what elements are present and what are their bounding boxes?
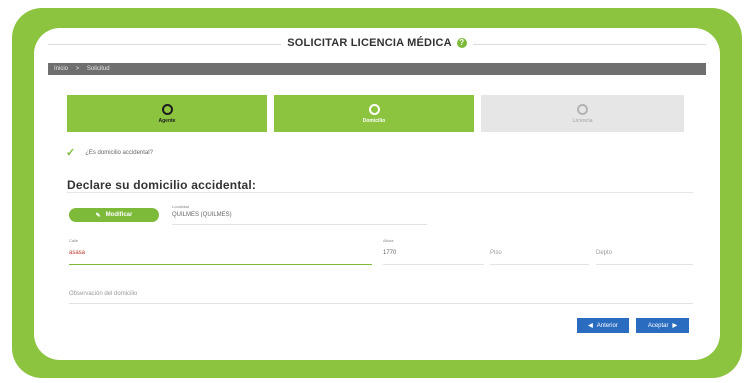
locality-value: QUILMES (QUILMES) — [172, 212, 232, 218]
checkmark-icon[interactable]: ✓ — [66, 146, 75, 159]
back-button-label: Anterior — [596, 322, 618, 329]
accept-button[interactable]: Aceptar ▶ — [636, 318, 689, 333]
breadcrumb-separator: > — [75, 66, 80, 72]
breadcrumb-home-link[interactable]: Inicio — [54, 66, 68, 72]
dept-input[interactable]: Depto — [596, 250, 612, 256]
back-button[interactable]: ◀ Anterior — [577, 318, 629, 333]
modify-button-label: Modificar — [105, 212, 133, 218]
height-label: Altura — [383, 238, 394, 243]
help-icon[interactable]: ? — [456, 38, 467, 48]
breadcrumb: Inicio > Solicitud — [48, 63, 706, 75]
modify-button[interactable]: ✎ Modificar — [69, 208, 159, 222]
observation-underline — [69, 303, 693, 304]
accidental-checkbox-row[interactable]: ✓ ¿Es domicilio accidental? — [66, 146, 153, 159]
step-label: Domicilio — [362, 118, 386, 124]
accidental-question-label: ¿Es domicilio accidental? — [85, 149, 153, 156]
street-underline — [69, 264, 372, 265]
step-domicilio[interactable]: Domicilio — [274, 95, 474, 132]
accept-button-label: Aceptar — [647, 322, 669, 329]
dept-underline — [596, 264, 693, 265]
section-divider — [67, 192, 693, 193]
floor-underline — [490, 264, 589, 265]
height-underline — [383, 264, 484, 265]
step-label: Licencia — [572, 118, 593, 124]
title-row: SOLICITAR LICENCIA MÉDICA ? — [34, 28, 720, 62]
step-agente[interactable]: Agente — [67, 95, 267, 132]
step-label: Agente — [158, 118, 176, 124]
step-circle-icon — [368, 104, 380, 115]
floor-input[interactable]: Piso — [490, 250, 502, 256]
page-title: SOLICITAR LICENCIA MÉDICA — [287, 37, 452, 49]
pencil-icon: ✎ — [95, 212, 101, 219]
step-circle-icon — [577, 104, 588, 115]
height-input[interactable]: 1770 — [383, 250, 396, 256]
locality-underline — [172, 224, 427, 225]
skip-forward-icon: ▶ — [672, 323, 678, 329]
step-licencia: Licencia — [481, 95, 684, 132]
step-circle-icon — [161, 104, 173, 115]
observation-input[interactable]: Observación del domicilio — [69, 291, 137, 297]
skip-back-icon: ◀ — [588, 323, 593, 329]
street-label: Calle — [69, 238, 79, 243]
page-title-wrap: SOLICITAR LICENCIA MÉDICA ? — [34, 37, 720, 49]
locality-label: Localidad — [172, 204, 190, 209]
street-input[interactable]: asasa — [69, 250, 85, 256]
wizard-steps: Agente Domicilio Licencia — [67, 95, 684, 132]
screenshot-frame: SOLICITAR LICENCIA MÉDICA ? Inicio > Sol… — [0, 0, 754, 383]
form-panel: SOLICITAR LICENCIA MÉDICA ? Inicio > Sol… — [34, 28, 720, 360]
section-title: Declare su domicilio accidental: — [67, 178, 257, 192]
breadcrumb-current: Solicitud — [86, 66, 110, 72]
